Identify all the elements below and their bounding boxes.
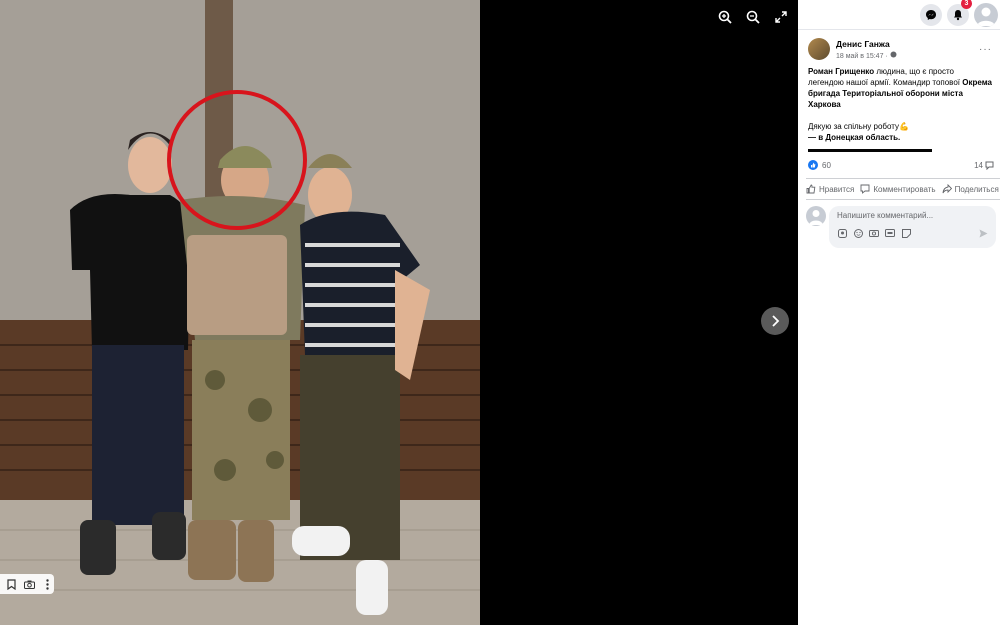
zoom-in-icon[interactable] <box>716 8 734 26</box>
author-info: Денис Ганжа 18 май в 15:47 · <box>836 39 897 60</box>
next-photo-button[interactable] <box>761 307 789 335</box>
like-reaction-icon <box>808 160 818 170</box>
messenger-icon <box>926 9 936 20</box>
share-label: Поделиться <box>954 184 999 194</box>
user-avatar <box>806 206 826 226</box>
thumbs-up-icon <box>806 184 816 194</box>
post-panel: 3 Денис Ганжа 18 май в 15:47 · ··· Роман… <box>798 0 1000 625</box>
post-timestamp[interactable]: 18 май в 15:47 · <box>836 53 890 60</box>
likes-count[interactable]: 60 <box>822 161 831 170</box>
notifications-button[interactable]: 3 <box>947 0 972 26</box>
comments-summary[interactable]: 14 <box>974 161 994 170</box>
comment-composer: Напишите комментарий... <box>798 200 1000 248</box>
avatar-sticker-icon[interactable] <box>837 228 847 238</box>
post-paragraph-2: Дякую за спільну роботу💪 <box>808 122 909 131</box>
globe-icon <box>890 51 897 57</box>
viewer-toolbar <box>716 8 790 26</box>
top-bar: 3 <box>798 0 1000 30</box>
post-text: Роман Грищенко людина, що є просто леген… <box>798 60 1000 143</box>
chevron-right-icon <box>772 315 780 327</box>
share-button[interactable]: Поделиться <box>942 184 999 194</box>
post-header: Денис Ганжа 18 май в 15:47 · ··· <box>798 30 1000 60</box>
location-suffix: . <box>898 133 901 142</box>
fullscreen-icon[interactable] <box>772 8 790 26</box>
photo-camera-icon[interactable] <box>869 228 879 238</box>
gif-icon[interactable] <box>885 228 895 238</box>
emoji-icon[interactable] <box>853 228 863 238</box>
zoom-out-icon[interactable] <box>744 8 762 26</box>
location-link[interactable]: Донецкая область <box>825 133 898 142</box>
avatar[interactable] <box>974 2 998 27</box>
more-options-button[interactable]: ··· <box>979 44 992 55</box>
more-vert-icon[interactable] <box>41 578 53 590</box>
like-button[interactable]: Нравится <box>806 184 854 194</box>
comments-count[interactable]: 14 <box>974 161 983 170</box>
location-prefix: — в <box>808 133 826 142</box>
comment-bubble-icon <box>860 184 870 194</box>
post-photo <box>0 0 480 625</box>
share-icon <box>942 184 952 194</box>
photo-viewer <box>0 0 798 625</box>
post-meta: 18 май в 15:47 · <box>836 51 897 60</box>
like-label: Нравится <box>819 184 855 194</box>
photo-actions-bar <box>0 574 54 594</box>
messenger-button[interactable] <box>920 3 942 26</box>
post-location: — в Донецкая область. <box>808 132 992 143</box>
send-icon[interactable] <box>978 228 988 238</box>
mention-name[interactable]: Роман Грищенко <box>808 67 874 76</box>
reactions-row: 60 14 <box>798 152 1000 170</box>
author-name[interactable]: Денис Ганжа <box>836 39 897 49</box>
comment-icon <box>985 161 994 170</box>
comment-input[interactable]: Напишите комментарий... <box>829 206 996 248</box>
comment-tools <box>837 228 988 238</box>
bell-icon <box>954 9 962 20</box>
photo-scene <box>0 0 480 625</box>
author-avatar[interactable] <box>808 38 830 60</box>
post-paragraph-1: Роман Грищенко людина, що є просто леген… <box>808 66 992 110</box>
camera-icon[interactable] <box>23 578 35 590</box>
notifications-badge: 3 <box>961 0 972 9</box>
sticker-icon[interactable] <box>901 228 911 238</box>
bookmark-icon[interactable] <box>5 578 17 590</box>
comment-label: Комментировать <box>873 184 936 194</box>
comment-placeholder: Напишите комментарий... <box>837 211 934 220</box>
comment-button[interactable]: Комментировать <box>860 184 936 194</box>
post-actions: Нравится Комментировать Поделиться <box>806 178 1000 200</box>
